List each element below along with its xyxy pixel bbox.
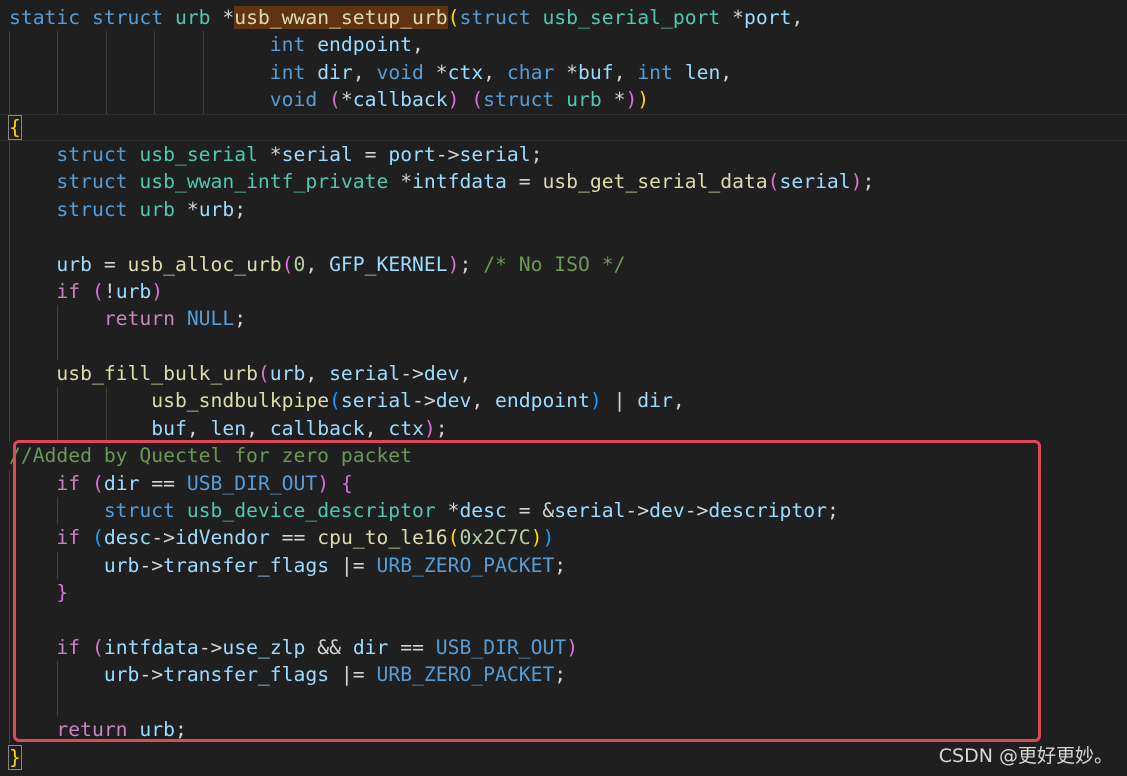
code-line [0,688,1127,717]
code-line: struct urb *urb; [0,195,1127,224]
code-line: void (*callback) (struct urb *)) [0,86,1127,114]
code-editor[interactable]: static struct urb *usb_wwan_setup_urb(st… [0,0,1127,776]
code-line [0,223,1127,251]
code-line: return NULL; [0,305,1127,333]
code-line: int endpoint, [0,31,1127,59]
code-line: urb = usb_alloc_urb(0, GFP_KERNEL); /* N… [0,250,1127,278]
code-line: urb->transfer_flags |= URB_ZERO_PACKET; [0,661,1127,689]
code-line: usb_sndbulkpipe(serial->dev, endpoint) |… [0,387,1127,415]
code-line [0,606,1127,634]
code-line: urb->transfer_flags |= URB_ZERO_PACKET; [0,551,1127,580]
code-line: struct usb_wwan_intf_private *intfdata =… [0,168,1127,196]
code-line: return urb; [0,716,1127,744]
code-line: if (dir == USB_DIR_OUT) { [0,469,1127,498]
code-line: if (intfdata->use_zlp && dir == USB_DIR_… [0,633,1127,662]
code-line: } [0,579,1127,607]
code-line: usb_fill_bulk_urb(urb, serial->dev, [0,360,1127,388]
code-line: buf, len, callback, ctx); [0,414,1127,443]
code-line: struct usb_serial *serial = port->serial… [0,140,1127,169]
code-line: if (!urb) [0,277,1127,306]
code-line: int dir, void *ctx, char *buf, int len, [0,58,1127,87]
code-line: { [0,114,1127,141]
code-line [0,332,1127,361]
code-line: if (desc->idVendor == cpu_to_le16(0x2C7C… [0,524,1127,552]
code-line: //Added by Quectel for zero packet [9,444,412,468]
code-line: static struct urb *usb_wwan_setup_urb(st… [9,6,804,29]
code-line: struct usb_device_descriptor *desc = &se… [0,497,1127,525]
watermark: CSDN @更好更妙。 [938,745,1113,767]
code-area[interactable]: static struct urb *usb_wwan_setup_urb(st… [0,4,1127,771]
